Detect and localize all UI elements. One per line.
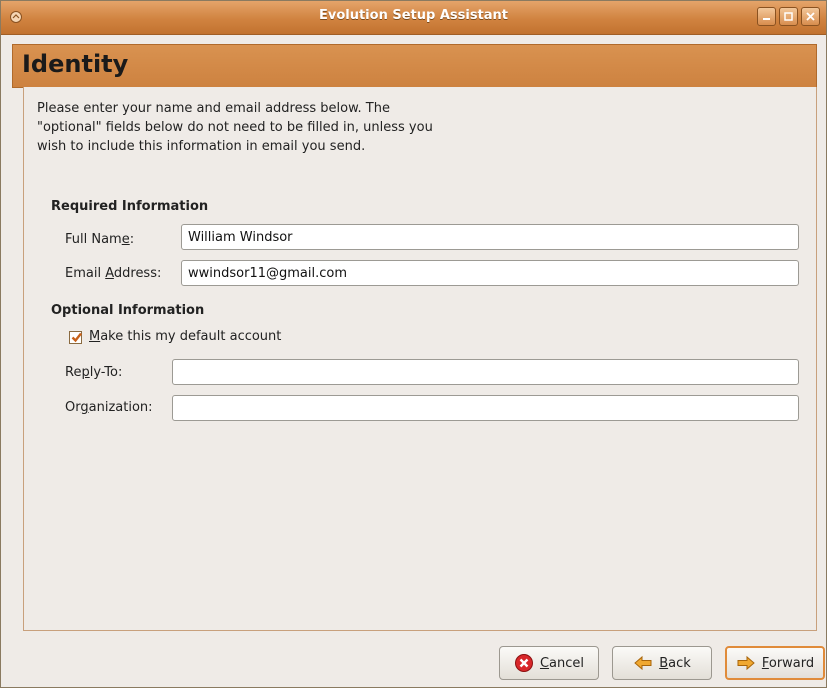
required-section-title: Required Information	[51, 199, 209, 214]
forward-label: Forward	[761, 655, 815, 671]
forward-button[interactable]: Forward	[725, 646, 825, 680]
cancel-label: Cancel	[539, 655, 585, 671]
default-account-label[interactable]: Make this my default account	[89, 329, 281, 344]
default-account-checkbox[interactable]	[69, 331, 82, 344]
organization-field[interactable]	[172, 395, 799, 421]
page-header: Identity	[12, 44, 817, 88]
cancel-icon	[514, 653, 534, 673]
optional-section-title: Optional Information	[51, 303, 205, 318]
full-name-field[interactable]	[181, 224, 799, 250]
minimize-icon[interactable]	[757, 7, 776, 26]
cancel-button[interactable]: Cancel	[499, 646, 599, 680]
maximize-icon[interactable]	[779, 7, 798, 26]
window-title: Evolution Setup Assistant	[318, 8, 509, 23]
page-description: Please enter your name and email address…	[37, 101, 433, 154]
reply-to-label: Reply-To:	[65, 365, 123, 380]
page-title: Identity	[22, 50, 129, 78]
organization-label: Organization:	[65, 400, 153, 415]
arrow-left-icon	[633, 653, 653, 673]
email-field[interactable]	[181, 260, 799, 286]
email-label: Email Address:	[65, 266, 162, 281]
full-name-label: Full Name:	[65, 232, 135, 247]
back-label: Back	[659, 655, 691, 671]
reply-to-field[interactable]	[172, 359, 799, 385]
window-controls	[757, 7, 820, 26]
setup-assistant-window: Evolution Setup Assistant Identity Pleas…	[0, 0, 827, 688]
back-button[interactable]: Back	[612, 646, 712, 680]
arrow-right-icon	[736, 653, 756, 673]
close-icon[interactable]	[801, 7, 820, 26]
title-bar[interactable]: Evolution Setup Assistant	[1, 1, 826, 35]
